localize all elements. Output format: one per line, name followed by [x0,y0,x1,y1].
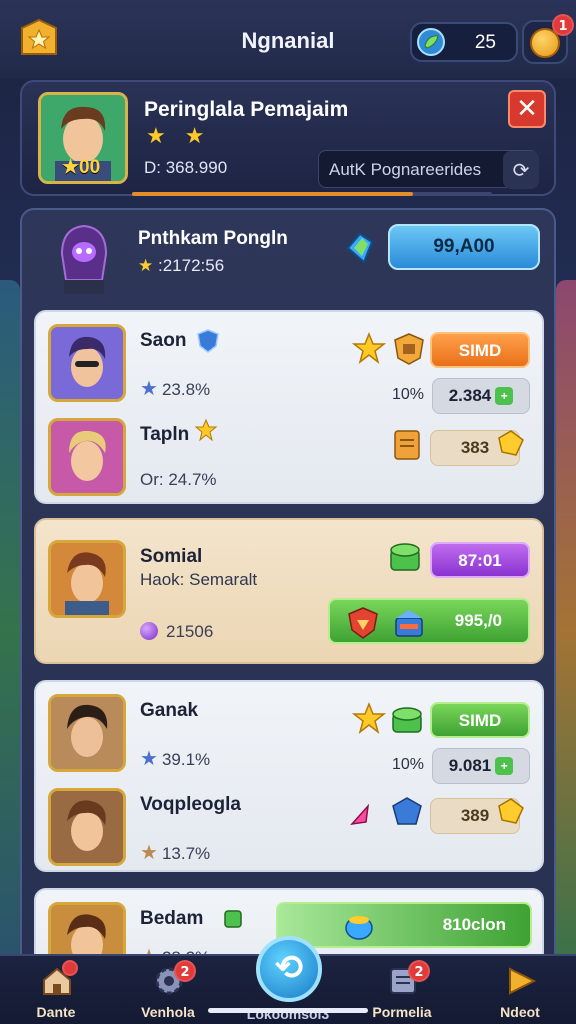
player-name: Peringlala Pemajaim [144,98,349,121]
notification-badge: 1 [552,14,574,36]
featured-claim-button[interactable]: 99,A00 [388,224,540,270]
hooded-hero-icon [60,224,108,294]
value-text: 2.384 [448,386,492,405]
player-level-label: ★00 [62,157,101,178]
close-button[interactable]: ✕ [508,90,546,128]
player-entry-pct: 21506 [140,622,213,642]
search-text: AutK Pognareerides [329,160,482,179]
player-progress-fill [132,192,413,196]
play-arrow-icon [509,967,537,995]
blue-chest-icon [392,606,426,640]
badge-icon [392,332,426,366]
scroll-icon [392,428,422,462]
avatar [48,324,126,402]
player-entry-name: Voqpleogla [140,794,241,815]
notifications-button[interactable]: 1 [522,14,574,64]
player-stars: ★ ★ [146,124,211,149]
orb-icon [140,622,158,640]
refresh-icon[interactable]: ⟳ [503,151,539,189]
player-entry-pct: ★ 39.1% [140,748,211,770]
player-card: ★00 Peringlala Pemajaim ★ ★ D: 368.990 ✕… [20,80,556,196]
plus-icon: + [495,387,514,405]
claim-value: 810clon [442,915,506,934]
star-icon [351,701,387,736]
entry-action-button[interactable]: 87:01 [430,542,530,578]
player-entry-name: Bedam [140,908,204,929]
entry-claim-button[interactable]: 810clon [276,902,532,948]
avatar [48,540,126,618]
avatar [48,788,126,866]
pct-value: 13.7% [161,844,211,863]
nav-badge: 2 [408,960,430,982]
shield-icon [196,328,220,354]
nav-item-home[interactable]: Dante [6,956,106,1024]
red-shield-icon [346,606,380,640]
nav-item-pormelia[interactable]: 2 Pormelia [352,956,452,1024]
leaderboard-panel: Pnthkam Pongln ★ :2172:56 99,A00 Saon ★ 2… [20,208,556,968]
avatar [48,418,126,496]
refresh-icon: ⟲ [274,948,304,988]
star-icon [194,418,218,442]
pink-crystal-icon [346,800,376,830]
nav-badge: 2 [174,960,196,982]
nav-badge [62,960,78,976]
avatar [48,694,126,772]
entry-value-pill: 2.384 + [432,378,530,414]
green-chest-icon [390,702,424,736]
star-icon [351,331,387,366]
featured-title: Pnthkam Pongln [138,228,288,249]
player-entry-name: Saon [140,330,187,351]
player-entry-name: Somial [140,546,203,567]
gold-gem-icon [496,428,526,462]
player-entry-sub: Haok: Semaralt [140,570,258,589]
green-cube-icon [222,908,244,930]
claim-value: 995,/0 [454,611,502,630]
list-item[interactable]: Tapln Or: 24.7% 383 [36,408,546,498]
player-entry-name: Tapln [140,424,190,445]
background-glow-right [556,280,576,980]
featured-sub: ★ :2172:56 [138,256,225,275]
player-entry-pct: ★ 13.7% [140,842,211,864]
featured-row: Pnthkam Pongln ★ :2172:56 99,A00 [22,210,554,306]
player-progress-bar [132,192,492,196]
pct-value: 21506 [166,622,214,641]
active-tab-indicator [208,1008,368,1013]
leaderboard-card-3: Ganak ★ 39.1% SIMD 10% 9.081 + Voqpleogla … [34,680,544,872]
entry-action-button[interactable]: SIMD [430,702,530,738]
gold-pot-icon [342,908,376,942]
list-item[interactable]: Voqpleogla ★ 13.7% 389 [36,778,546,868]
gold-gem-icon [496,796,526,830]
top-bar: Ngnanial 25 1 [0,0,576,78]
featured-sub-value: 2172:56 [162,256,225,275]
nav-label: Dante [36,1004,76,1020]
gem-counter[interactable]: 25 [410,22,518,62]
player-entry-name: Ganak [140,700,199,721]
nav-label: Venhola [141,1004,195,1020]
nav-item-ndeot[interactable]: Ndeot [470,956,570,1024]
player-entry-pct: ★ 23.8% [140,378,211,400]
entry-ratio: 10% [392,756,425,773]
player-score: D: 368.990 [144,158,228,177]
value-text: 9.081 [448,756,492,775]
chest-icon [388,540,422,574]
nav-item-venhola[interactable]: 2 Venhola [118,956,218,1024]
blue-gem-icon [390,796,424,830]
gem-count: 25 [474,32,496,53]
gem-icon [417,28,445,56]
center-action-button[interactable]: ⟲ [256,936,322,1002]
entry-action-button[interactable]: SIMD [430,332,530,368]
leaderboard-card-2: Somial Haok: Semaralt 21506 87:01 995,/0 [34,518,544,664]
leaderboard-card-1: Saon ★ 23.8% SIMD Tapln Or: 24.7% 383 10… [34,310,544,504]
plus-icon: + [495,757,514,775]
search-field[interactable]: AutK Pognareerides ⟳ [318,150,539,189]
pct-value: 39.1% [161,750,211,769]
background-glow-left [0,280,20,980]
entry-ratio: 10% [392,386,425,403]
green-gem-icon [346,232,374,264]
nav-label: Ndeot [500,1004,540,1020]
pct-value: 23.8% [161,380,211,399]
player-entry-pct: Or: 24.7% [140,470,217,489]
